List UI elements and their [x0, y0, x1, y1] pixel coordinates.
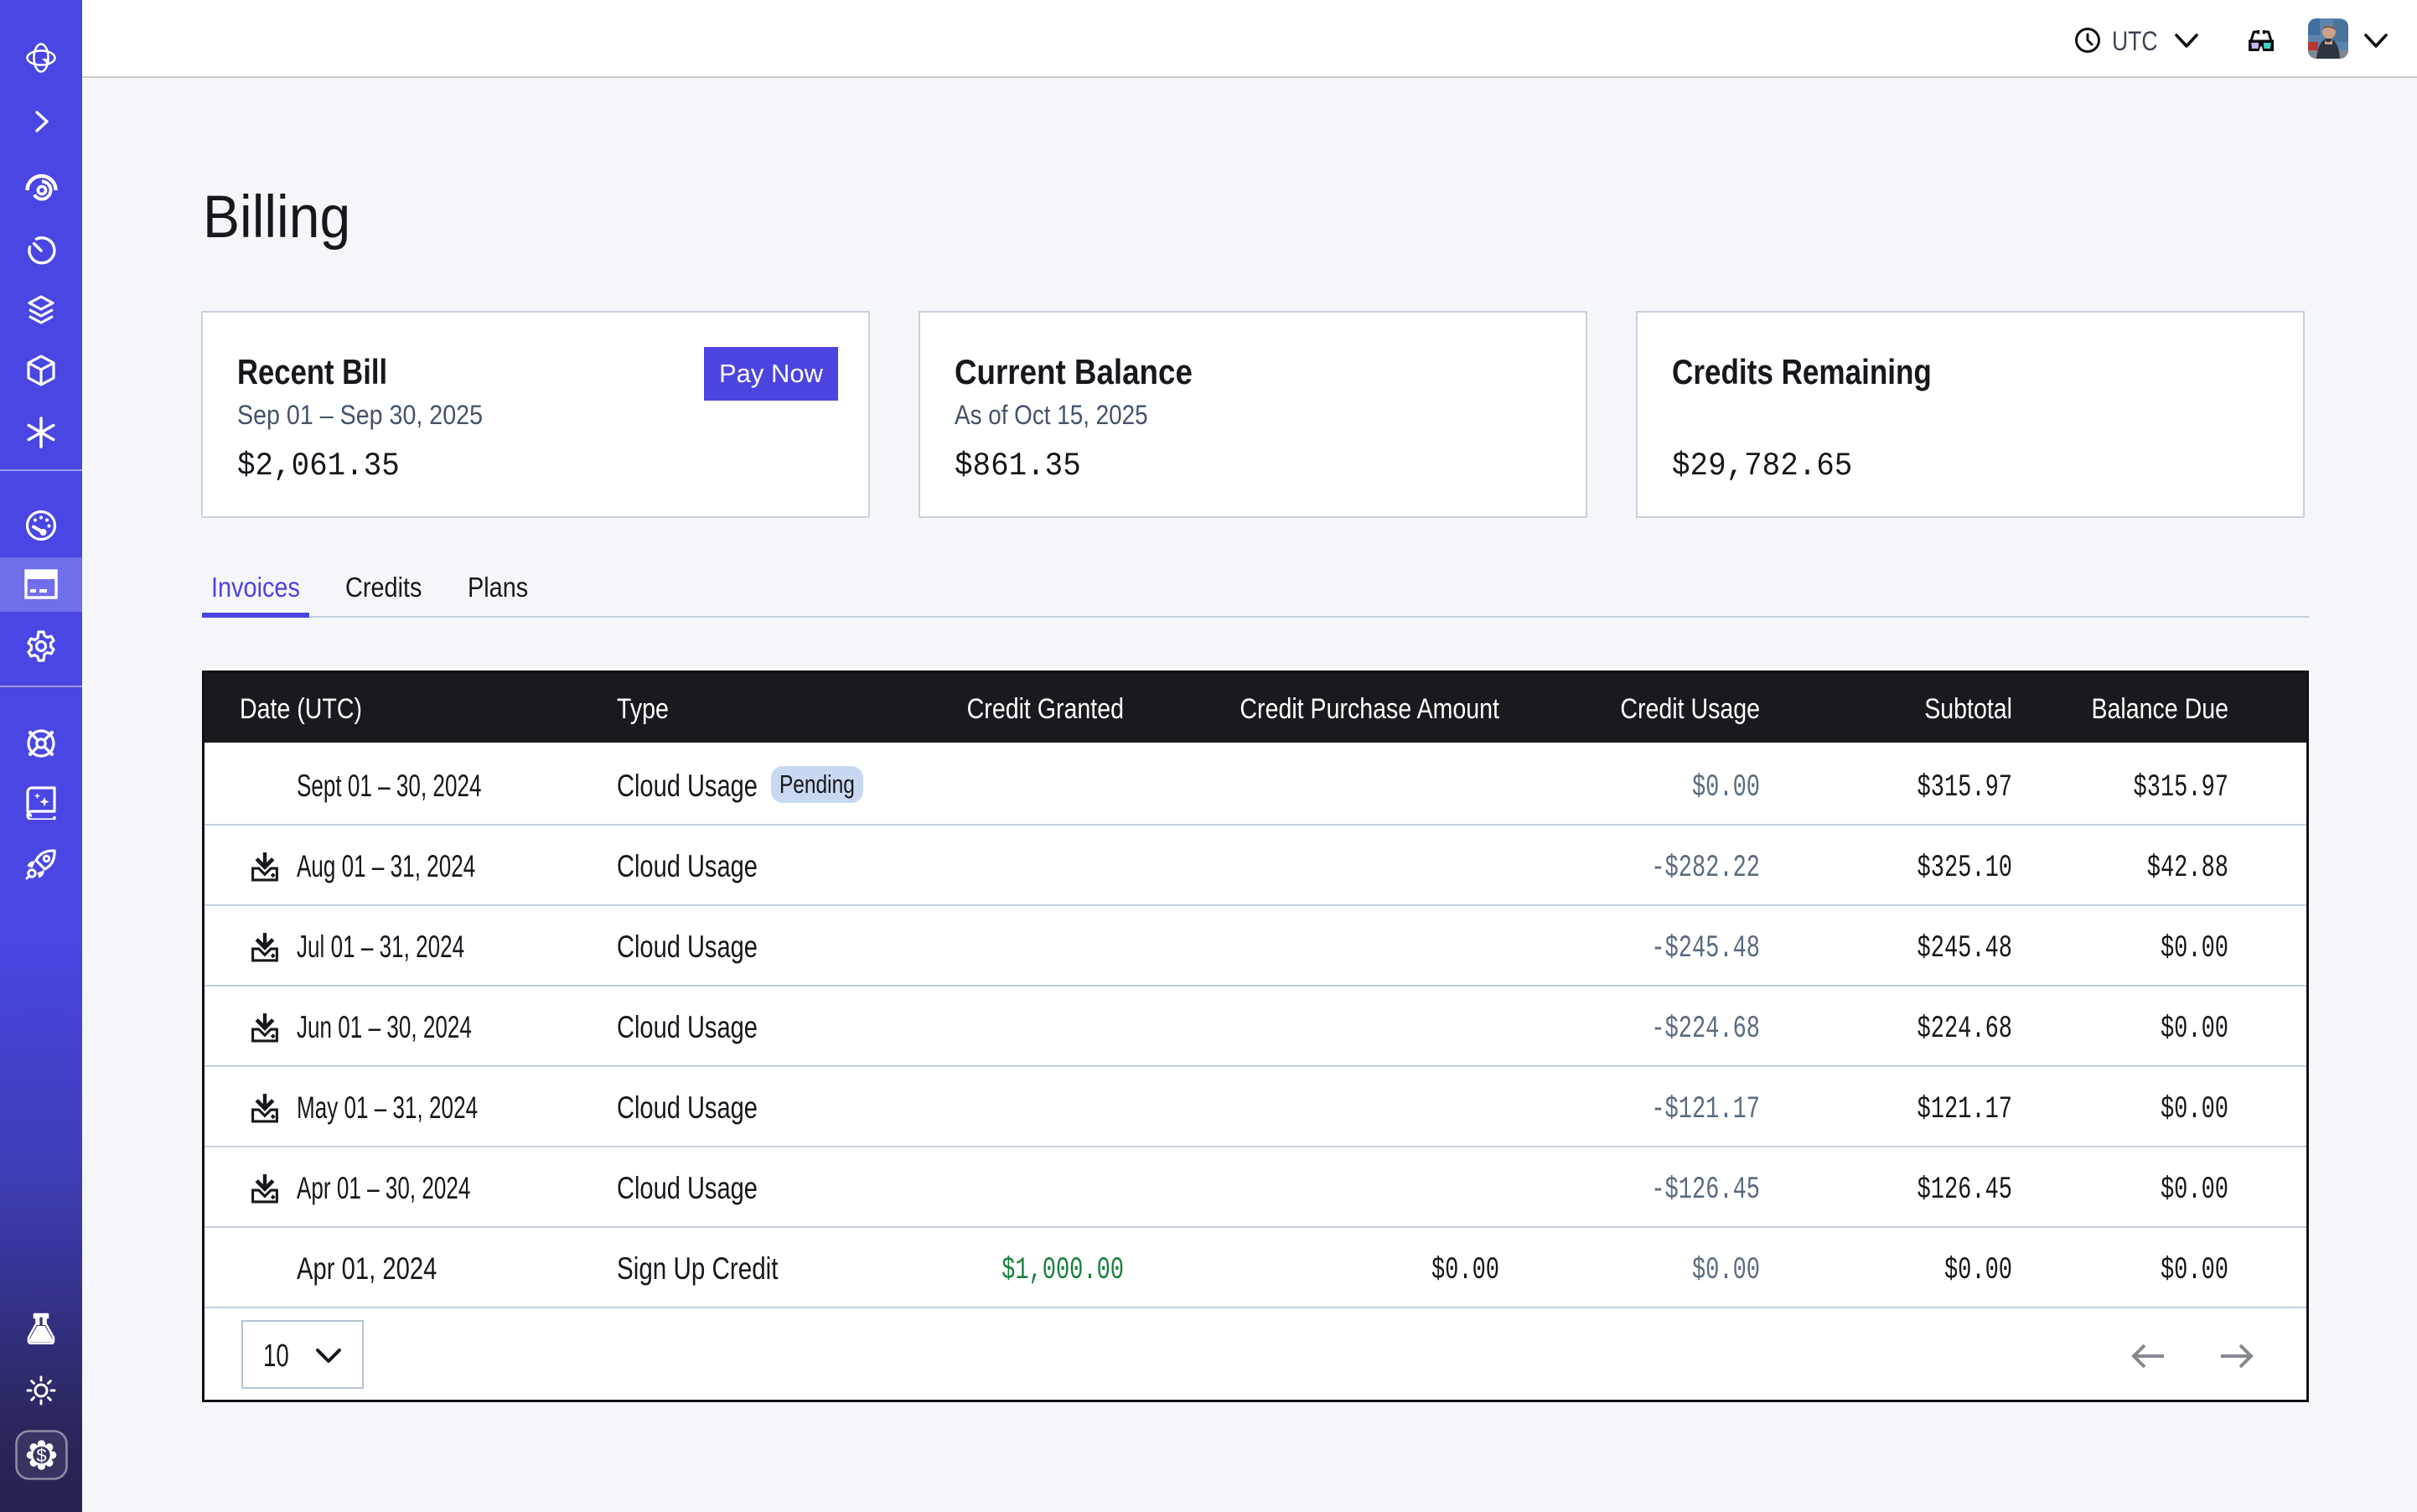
svg-text:$: $	[36, 1445, 46, 1466]
